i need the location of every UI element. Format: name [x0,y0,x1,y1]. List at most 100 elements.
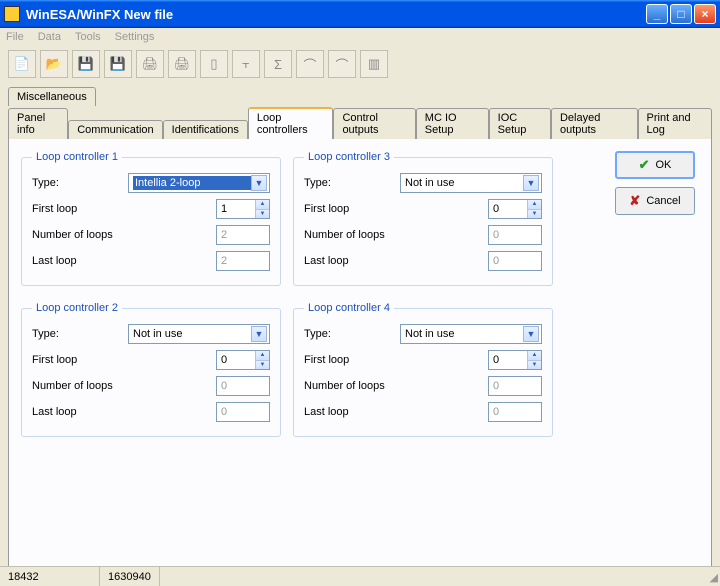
up-arrow-icon[interactable]: ▲ [256,351,269,361]
cancel-button[interactable]: ✘ Cancel [615,187,695,215]
spinner[interactable]: ▲▼ [527,200,541,218]
type-combo[interactable]: Not in use▼ [400,324,542,344]
loop-controller-group: Loop controller 2 Type:Not in use▼First l… [21,302,281,437]
first-loop-input[interactable]: 0▲▼ [488,199,542,219]
chevron-down-icon[interactable]: ▼ [251,175,267,191]
ok-button[interactable]: ✔ OK [615,151,695,179]
spinner[interactable]: ▲▼ [527,351,541,369]
down-arrow-icon[interactable]: ▼ [528,361,541,370]
tab-row-upper: Miscellaneous [0,86,720,105]
last-loop-label: Last loop [304,406,400,418]
print-preview-icon[interactable]: 🖨 [168,50,196,78]
close-button[interactable]: × [694,4,716,24]
number-of-loops-value: 0 [489,229,541,241]
cancel-label: Cancel [646,195,680,207]
loop-controller-legend: Loop controller 4 [304,302,394,314]
sigma-icon[interactable]: Σ [264,50,292,78]
first-loop-input[interactable]: 0▲▼ [488,350,542,370]
last-loop-label: Last loop [304,255,400,267]
tab-ioc-setup[interactable]: IOC Setup [489,108,551,139]
first-loop-value: 0 [489,203,527,215]
menu-data[interactable]: Data [38,31,61,43]
chevron-down-icon[interactable]: ▼ [523,326,539,342]
last-loop-value: 0 [217,406,269,418]
type-value: Intellia 2-loop [133,176,251,190]
number-of-loops-label: Number of loops [304,380,400,392]
device-icon[interactable]: ▯ [200,50,228,78]
number-of-loops-value: 0 [489,380,541,392]
save-as-icon[interactable]: 💾 [104,50,132,78]
last-loop-label: Last loop [32,255,128,267]
up-arrow-icon[interactable]: ▲ [528,351,541,361]
last-loop-input: 0 [488,251,542,271]
tab-control-outputs[interactable]: Control outputs [333,108,415,139]
chevron-down-icon[interactable]: ▼ [251,326,267,342]
first-loop-input[interactable]: 1▲▼ [216,199,270,219]
loop-controller-legend: Loop controller 1 [32,151,122,163]
check-icon: ✔ [639,157,650,173]
tab-identifications[interactable]: Identifications [163,120,248,139]
type-combo[interactable]: Not in use▼ [128,324,270,344]
tab-miscellaneous[interactable]: Miscellaneous [8,87,96,106]
tab-print-and-log[interactable]: Print and Log [638,108,712,139]
type-label: Type: [304,177,400,189]
connect-icon[interactable]: ⫟ [232,50,260,78]
resize-grip-icon[interactable]: ◢ [702,568,720,586]
tab-delayed-outputs[interactable]: Delayed outputs [551,108,638,139]
tool-b-icon[interactable]: ⌒ [328,50,356,78]
number-of-loops-label: Number of loops [32,380,128,392]
tool-a-icon[interactable]: ⌒ [296,50,324,78]
first-loop-label: First loop [304,354,400,366]
number-of-loops-input: 0 [216,376,270,396]
type-value: Not in use [405,328,523,340]
first-loop-value: 0 [217,354,255,366]
tab-communication[interactable]: Communication [68,120,162,139]
tab-row-main: Panel info Communication Identifications… [0,106,720,138]
down-arrow-icon[interactable]: ▼ [528,210,541,219]
last-loop-value: 0 [489,255,541,267]
chevron-down-icon[interactable]: ▼ [523,175,539,191]
type-combo[interactable]: Intellia 2-loop▼ [128,173,270,193]
statusbar: 18432 1630940 ◢ [0,566,720,586]
open-file-icon[interactable]: 📂 [40,50,68,78]
tab-panel-info[interactable]: Panel info [8,108,68,139]
up-arrow-icon[interactable]: ▲ [528,200,541,210]
last-loop-label: Last loop [32,406,128,418]
down-arrow-icon[interactable]: ▼ [256,210,269,219]
first-loop-label: First loop [32,203,128,215]
tab-mc-io-setup[interactable]: MC IO Setup [416,108,489,139]
first-loop-value: 1 [217,203,255,215]
print-icon[interactable]: 🖨 [136,50,164,78]
menu-tools[interactable]: Tools [75,31,101,43]
first-loop-input[interactable]: 0▲▼ [216,350,270,370]
last-loop-input: 0 [216,402,270,422]
loop-controller-group: Loop controller 3Type:Not in use▼First l… [293,151,553,286]
number-of-loops-label: Number of loops [304,229,400,241]
type-label: Type: [304,328,400,340]
down-arrow-icon[interactable]: ▼ [256,361,269,370]
status-right: 1630940 [100,567,160,586]
save-icon[interactable]: 💾 [72,50,100,78]
menu-settings[interactable]: Settings [115,31,155,43]
type-label: Type: [32,328,128,340]
number-of-loops-label: Number of loops [32,229,128,241]
up-arrow-icon[interactable]: ▲ [256,200,269,210]
last-loop-input: 2 [216,251,270,271]
type-combo[interactable]: Not in use▼ [400,173,542,193]
tool-c-icon[interactable]: ▥ [360,50,388,78]
spinner[interactable]: ▲▼ [255,200,269,218]
maximize-button[interactable]: □ [670,4,692,24]
first-loop-label: First loop [32,354,128,366]
titlebar: WinESA/WinFX New file _ □ × [0,0,720,28]
tab-loop-controllers[interactable]: Loop controllers [248,107,334,139]
new-file-icon[interactable]: 📄 [8,50,36,78]
minimize-button[interactable]: _ [646,4,668,24]
type-value: Not in use [405,177,523,189]
app-icon [4,6,20,22]
menu-file[interactable]: File [6,31,24,43]
loop-controller-legend: Loop controller 2 [32,302,122,314]
cross-icon: ✘ [629,193,640,209]
toolbar: 📄 📂 💾 💾 🖨 🖨 ▯ ⫟ Σ ⌒ ⌒ ▥ [0,46,720,84]
side-buttons: ✔ OK ✘ Cancel [615,151,699,565]
spinner[interactable]: ▲▼ [255,351,269,369]
